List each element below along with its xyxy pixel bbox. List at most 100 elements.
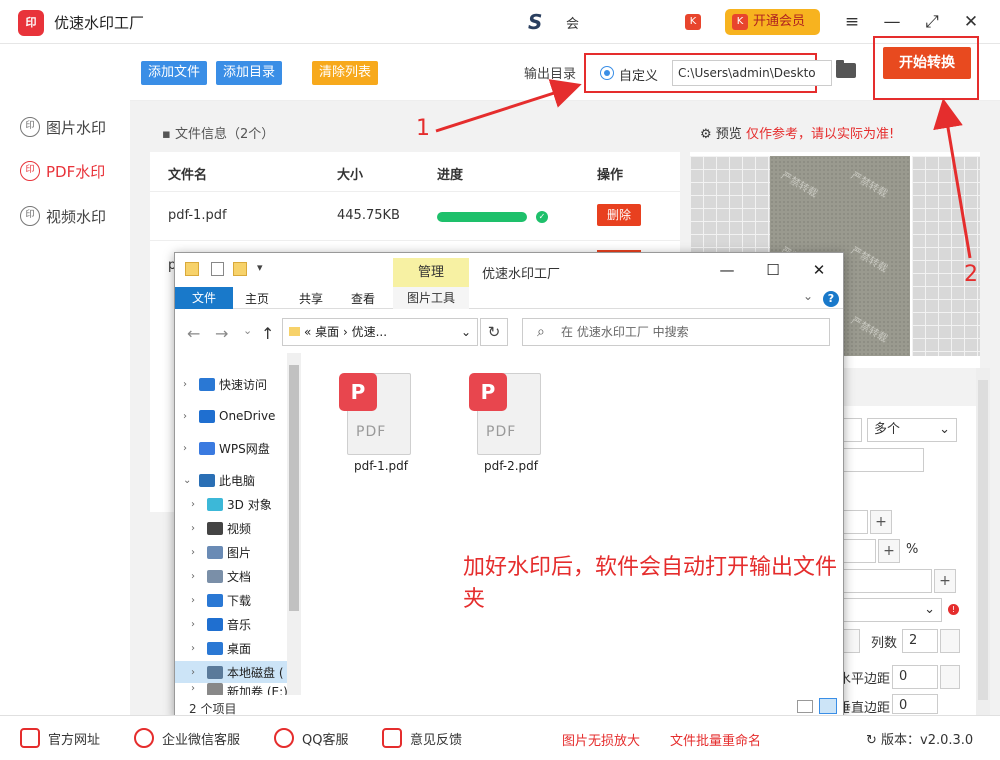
properties-icon[interactable] bbox=[211, 262, 224, 276]
start-highlight: 开始转换 bbox=[873, 36, 979, 100]
explorer-title: 优速水印工厂 bbox=[482, 267, 561, 282]
qq-service-link[interactable]: QQ客服 bbox=[274, 728, 348, 748]
tree-item-downloads[interactable]: › 下载 bbox=[191, 589, 251, 611]
tree-item-3d[interactable]: › 3D 对象 bbox=[191, 493, 272, 515]
watermark-icon: 印 bbox=[20, 117, 40, 137]
clear-list-button[interactable]: 清除列表 bbox=[312, 61, 379, 85]
ex-maximize-button[interactable]: ☐ bbox=[759, 259, 787, 281]
output-path-input[interactable]: C:\Users\admin\Deskto bbox=[672, 60, 832, 86]
tree-item-quick-access[interactable]: › 快速访问 bbox=[183, 373, 267, 395]
stepper-button[interactable] bbox=[940, 665, 960, 689]
address-bar[interactable]: « 桌面 › 优速... ⌄ bbox=[282, 318, 478, 346]
image-upscale-link[interactable]: 图片无损放大 bbox=[562, 730, 640, 749]
sidebar-item-label: 图片水印 bbox=[46, 118, 107, 137]
menu-icon[interactable]: ≡ bbox=[840, 10, 864, 34]
nav-tree: › 快速访问 › OneDrive › WPS网盘 ⌄ 此电脑 › 3D 对象 › 视频 ›… bbox=[175, 353, 301, 695]
feedback-icon bbox=[382, 728, 402, 748]
annotation-number-one: 1 bbox=[416, 116, 430, 141]
vip-label: 开通会员 bbox=[753, 14, 806, 29]
folder-icon[interactable] bbox=[836, 60, 856, 78]
plus-button[interactable]: + bbox=[870, 510, 892, 534]
tab-share[interactable]: 共享 bbox=[299, 290, 323, 307]
feedback-link[interactable]: 意见反馈 bbox=[382, 728, 462, 748]
cloud-icon bbox=[199, 441, 215, 455]
vmargin-label: 垂直边距 bbox=[838, 701, 891, 716]
tree-item-pictures[interactable]: › 图片 bbox=[191, 541, 251, 563]
tree-item-videos[interactable]: › 视频 bbox=[191, 517, 251, 539]
tab-home[interactable]: 主页 bbox=[245, 290, 269, 307]
sidebar-item-label: PDF水印 bbox=[46, 162, 106, 181]
delete-button[interactable]: 删除 bbox=[597, 204, 641, 226]
pdf-badge-icon: P bbox=[469, 373, 507, 411]
sidebar: 印 图片水印 印 PDF水印 印 视频水印 bbox=[0, 45, 130, 715]
tree-item-desktop[interactable]: › 桌面 bbox=[191, 637, 251, 659]
file-item-pdf-1[interactable]: PDF P pdf-1.pdf bbox=[323, 363, 419, 473]
watermark-icon: 印 bbox=[20, 161, 40, 181]
large-icons-view-icon[interactable] bbox=[819, 698, 837, 714]
scrollbar-thumb[interactable] bbox=[978, 380, 988, 700]
quick-access-dropdown-icon[interactable]: ▾ bbox=[257, 261, 263, 274]
count-dropdown[interactable]: 多个 ⌄ bbox=[867, 418, 957, 442]
star-icon bbox=[199, 377, 215, 391]
batch-rename-link[interactable]: 文件批量重命名 bbox=[670, 730, 761, 749]
start-convert-button[interactable]: 开始转换 bbox=[883, 47, 971, 79]
new-folder-icon[interactable] bbox=[233, 262, 247, 276]
file-item-pdf-2[interactable]: PDF P pdf-2.pdf bbox=[453, 363, 549, 473]
plus-button[interactable]: + bbox=[878, 539, 900, 563]
hmargin-input[interactable]: 0 bbox=[892, 665, 938, 689]
official-site-link[interactable]: 官方网址 bbox=[20, 728, 100, 748]
tab-file[interactable]: 文件 bbox=[175, 287, 233, 309]
vip-button[interactable]: K 开通会员 bbox=[725, 9, 820, 35]
sidebar-item-pdf-watermark[interactable]: 印 PDF水印 bbox=[20, 159, 105, 183]
help-icon[interactable]: ? bbox=[823, 291, 839, 307]
tree-item-this-pc[interactable]: ⌄ 此电脑 bbox=[183, 469, 255, 491]
search-input[interactable]: ⌕ 在 优速水印工厂 中搜索 bbox=[522, 318, 830, 346]
wechat-service-link[interactable]: 企业微信客服 bbox=[134, 728, 240, 748]
tree-item-new-volume[interactable]: › 新加卷 (E:) bbox=[191, 683, 288, 695]
qq-icon bbox=[274, 728, 294, 748]
col-action: 操作 bbox=[597, 168, 624, 183]
brand-s-icon: S bbox=[528, 10, 543, 34]
tree-item-wps[interactable]: › WPS网盘 bbox=[183, 437, 270, 459]
watermark-text: 严禁转载 bbox=[848, 170, 890, 200]
maximize-button[interactable]: ⤢ bbox=[920, 10, 944, 34]
tree-scrollbar-thumb[interactable] bbox=[289, 365, 299, 611]
refresh-button[interactable]: ↻ bbox=[480, 318, 508, 346]
chevron-down-icon: ⌄ bbox=[460, 325, 471, 339]
custom-radio[interactable] bbox=[600, 66, 614, 80]
back-icon[interactable]: ← bbox=[187, 324, 200, 343]
recent-dropdown-icon[interactable]: ⌄ bbox=[243, 324, 252, 337]
explorer-ribbon: 文件 主页 共享 查看 图片工具 ⌄ ? bbox=[175, 287, 843, 309]
add-file-button[interactable]: 添加文件 bbox=[141, 61, 208, 85]
stepper-button[interactable] bbox=[940, 629, 960, 653]
vmargin-input[interactable]: 0 bbox=[892, 694, 938, 714]
minimize-button[interactable]: — bbox=[880, 10, 904, 34]
tab-picture-tools[interactable]: 图片工具 bbox=[393, 287, 469, 309]
document-icon bbox=[207, 569, 223, 583]
tree-item-local-disk[interactable]: › 本地磁盘 ( bbox=[175, 661, 287, 683]
columns-input[interactable]: 2 bbox=[902, 629, 938, 653]
plus-button[interactable]: + bbox=[934, 569, 956, 593]
sidebar-item-image-watermark[interactable]: 印 图片水印 bbox=[20, 115, 106, 139]
tree-item-onedrive[interactable]: › OneDrive bbox=[183, 405, 275, 427]
ex-minimize-button[interactable]: — bbox=[713, 259, 741, 281]
title-bar: 印 优速水印工厂 S 会 K K 开通会员 ≡ — ⤢ ✕ bbox=[0, 0, 1000, 44]
up-icon[interactable]: ↑ bbox=[261, 324, 274, 343]
file-name: pdf-2.pdf bbox=[483, 459, 539, 473]
details-view-icon[interactable] bbox=[797, 700, 813, 713]
disk-icon bbox=[207, 665, 223, 679]
tree-item-music[interactable]: › 音乐 bbox=[191, 613, 251, 635]
add-directory-button[interactable]: 添加目录 bbox=[216, 61, 283, 85]
ribbon-expand-icon[interactable]: ⌄ bbox=[803, 289, 813, 303]
k-badge-icon[interactable]: K bbox=[685, 14, 701, 30]
sidebar-item-video-watermark[interactable]: 印 视频水印 bbox=[20, 204, 106, 228]
user-area[interactable]: S 会 bbox=[528, 10, 588, 34]
tree-item-documents[interactable]: › 文档 bbox=[191, 565, 251, 587]
tab-view[interactable]: 查看 bbox=[351, 290, 375, 307]
music-icon bbox=[207, 617, 223, 631]
ex-close-button[interactable]: ✕ bbox=[805, 259, 833, 281]
close-button[interactable]: ✕ bbox=[959, 10, 983, 34]
manage-tab[interactable]: 管理 bbox=[393, 258, 469, 288]
forward-icon[interactable]: → bbox=[215, 324, 228, 343]
folder-icon bbox=[185, 262, 199, 276]
